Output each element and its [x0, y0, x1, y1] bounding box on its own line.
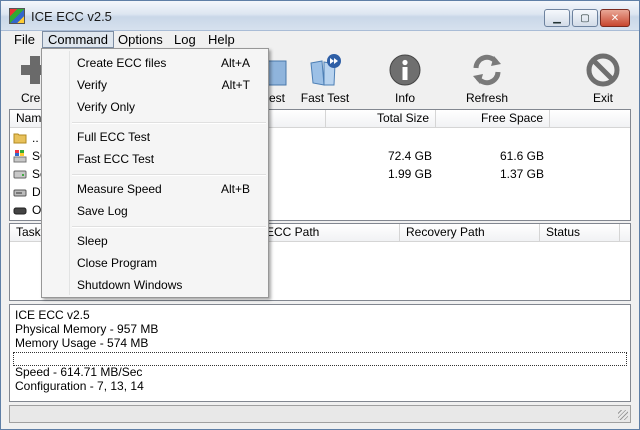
log-line: Speed - 614.71 MB/Sec — [15, 365, 143, 379]
status-bar — [9, 405, 631, 423]
menu-item-label: Sleep — [77, 234, 108, 248]
menu-item-label: Shutdown Windows — [77, 278, 183, 292]
refresh-button-label: Refresh — [465, 91, 509, 105]
column-header-empty — [620, 224, 630, 242]
log-line: Memory Usage - 574 MB — [15, 336, 149, 350]
menu-separator — [72, 122, 266, 124]
menu-item-full-ecc-test[interactable]: Full ECC Test — [44, 126, 266, 148]
menu-item-label: Create ECC files — [77, 56, 167, 70]
column-header-free-space[interactable]: Free Space — [436, 110, 550, 128]
menu-options[interactable]: Options — [113, 31, 168, 48]
fast-test-button-label: Fast Test — [300, 91, 350, 105]
drive-total-size: 1.99 GB — [387, 167, 432, 181]
info-button-label: Info — [394, 91, 415, 105]
log-line: ICE ECC v2.5 — [15, 308, 90, 322]
column-header-recovery-path[interactable]: Recovery Path — [400, 224, 540, 242]
fast-test-icon — [310, 54, 341, 86]
exit-button[interactable]: Exit — [583, 49, 623, 107]
menu-item-create-ecc-files[interactable]: Create ECC files Alt+A — [44, 52, 266, 74]
maximize-icon: ▢ — [580, 12, 590, 24]
log-panel[interactable]: ICE ECC v2.5 Physical Memory - 957 MB Me… — [9, 304, 631, 402]
fast-test-button[interactable]: Fast Test — [297, 49, 353, 107]
menu-item-fast-ecc-test[interactable]: Fast ECC Test — [44, 148, 266, 170]
title-bar[interactable]: ICE ECC v2.5 ▁ ▢ ✕ — [1, 1, 639, 31]
menu-item-verify[interactable]: Verify Alt+T — [44, 74, 266, 96]
column-header-status[interactable]: Status — [540, 224, 620, 242]
info-button[interactable]: Info — [385, 49, 425, 107]
exit-button-label: Exit — [592, 91, 613, 105]
close-icon: ✕ — [610, 12, 620, 24]
menu-item-measure-speed[interactable]: Measure Speed Alt+B — [44, 178, 266, 200]
menu-item-label: Full ECC Test — [77, 130, 151, 144]
column-header-total-size[interactable]: Total Size — [326, 110, 436, 128]
close-button[interactable]: ✕ — [600, 9, 630, 27]
window-title: ICE ECC v2.5 — [31, 9, 112, 24]
menu-item-label: Measure Speed — [77, 182, 162, 196]
refresh-icon — [473, 54, 501, 86]
menu-item-save-log[interactable]: Save Log — [44, 200, 266, 222]
column-header-empty — [550, 110, 630, 128]
drive-name: .. — [32, 131, 39, 145]
drive-name: O — [32, 203, 42, 217]
column-header-ecc-path[interactable]: ECC Path — [260, 224, 400, 242]
resize-grip-icon[interactable] — [618, 410, 628, 420]
menu-file[interactable]: File — [9, 31, 40, 48]
menu-item-shutdown-windows[interactable]: Shutdown Windows — [44, 274, 266, 296]
menu-command[interactable]: Command — [42, 31, 114, 48]
menu-bar: File Command Options Log Help — [1, 31, 639, 49]
menu-item-label: Save Log — [77, 204, 128, 218]
drive-free-space: 61.6 GB — [499, 149, 544, 163]
exit-icon — [586, 53, 620, 87]
menu-separator — [72, 174, 266, 176]
log-line: Physical Memory - 957 MB — [15, 322, 159, 336]
drive-total-size: 72.4 GB — [387, 149, 432, 163]
menu-item-shortcut: Alt+T — [221, 78, 250, 92]
log-separator — [13, 352, 627, 366]
menu-item-label: Fast ECC Test — [77, 152, 155, 166]
menu-separator — [72, 226, 266, 228]
refresh-button[interactable]: Refresh — [463, 49, 511, 107]
app-icon — [9, 8, 25, 24]
folder-icon — [13, 133, 27, 144]
menu-item-shortcut: Alt+A — [220, 56, 250, 70]
app-window: ICE ECC v2.5 ▁ ▢ ✕ File Command Options … — [0, 0, 640, 430]
menu-item-close-program[interactable]: Close Program — [44, 252, 266, 274]
removable-drive-icon — [13, 207, 27, 215]
log-line: Configuration - 7, 13, 14 — [15, 379, 144, 393]
menu-item-verify-only[interactable]: Verify Only — [44, 96, 266, 118]
menu-help[interactable]: Help — [203, 31, 240, 48]
maximize-button[interactable]: ▢ — [572, 9, 598, 27]
menu-item-sleep[interactable]: Sleep — [44, 230, 266, 252]
menu-item-label: Verify Only — [77, 100, 136, 114]
hard-drive-icon — [13, 170, 27, 179]
drive-free-space: 1.37 GB — [499, 167, 544, 181]
menu-item-shortcut: Alt+B — [220, 182, 250, 196]
verify-button-label: est — [269, 91, 286, 105]
command-menu-dropdown: Create ECC files Alt+A Verify Alt+T Veri… — [41, 48, 269, 298]
minimize-icon: ▁ — [553, 12, 561, 24]
windows-drive-icon — [13, 150, 27, 163]
menu-item-label: Verify — [77, 78, 108, 92]
info-icon — [389, 54, 421, 86]
dvd-drive-icon — [13, 189, 27, 197]
menu-log[interactable]: Log — [169, 31, 201, 48]
minimize-button[interactable]: ▁ — [544, 9, 570, 27]
menu-item-label: Close Program — [77, 256, 158, 270]
